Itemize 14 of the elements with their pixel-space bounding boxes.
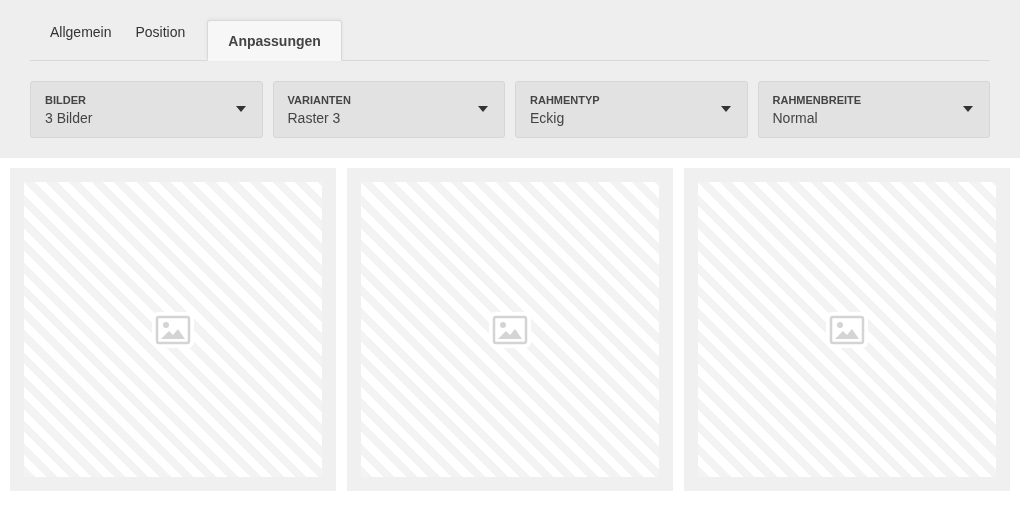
- tab[interactable]: Position: [123, 20, 198, 60]
- dropdown[interactable]: RAHMENBREITE Normal: [757, 81, 990, 138]
- caret-icon: [235, 106, 246, 112]
- tab[interactable]: Anpassungen: [207, 20, 342, 61]
- image-icon: [489, 311, 531, 348]
- caret-icon: [963, 106, 973, 112]
- caret-icon: [720, 106, 731, 112]
- caret-icon: [478, 106, 488, 112]
- image-icon: [152, 311, 194, 348]
- dropdown[interactable]: BILDER 3 Bilder: [30, 81, 263, 138]
- tab[interactable]: Allgemein: [38, 20, 124, 60]
- image-icon: [826, 311, 868, 348]
- dropdown[interactable]: RAHMENTYP Eckig: [515, 81, 748, 138]
- dropdown[interactable]: VARIANTEN Raster 3: [272, 81, 505, 138]
